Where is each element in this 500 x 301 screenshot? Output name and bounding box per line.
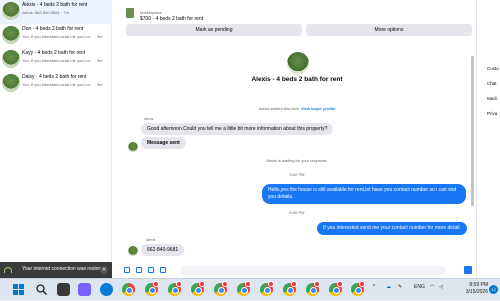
message-bubble-incoming: 662-840-9681 [141, 244, 185, 256]
chrome-profile-icon[interactable] [214, 281, 228, 296]
gif-icon[interactable] [160, 267, 166, 273]
mic-icon[interactable] [124, 267, 130, 273]
timestamp: 6:40 PM [289, 210, 305, 215]
conversation-preview: Alexis: 662-840-9681 · 7m [22, 10, 69, 15]
conversation-name: Daisy · 4 beds 2 bath for rent [22, 74, 87, 80]
message-bubble-outgoing: Hello,yes the house is still available f… [262, 184, 466, 204]
windows-start-icon[interactable] [12, 283, 25, 296]
scrollbar[interactable] [471, 56, 474, 206]
conversation-name: Alexis · 4 beds 2 bath for rent [22, 2, 88, 8]
avatar [128, 246, 138, 256]
listing-thumbnail [126, 8, 134, 18]
image-icon[interactable] [136, 267, 142, 273]
composer [124, 266, 474, 276]
conversation-item[interactable]: Alexis · 4 beds 2 bath for rent Alexis: … [0, 0, 112, 24]
details-panel: Custo Chat Medi Priva [476, 0, 500, 278]
language-indicator[interactable]: ENG [414, 284, 425, 290]
chrome-profile-icon[interactable] [306, 281, 320, 296]
message-bubble-incoming: Good afternoon.Could you tell me a littl… [141, 123, 334, 135]
waiting-status: Alexis is waiting for your response. [266, 158, 328, 163]
conversation-preview: You: If you interested send me your co..… [22, 82, 103, 87]
conversation-name: Kayy · 4 beds 2 bath for rent [22, 50, 86, 56]
time: 8:59 PM [469, 282, 488, 288]
avatar [128, 142, 138, 152]
chrome-profile-icon[interactable] [237, 281, 251, 296]
toast-message: Your internet connection was restored. [22, 266, 108, 272]
chrome-profile-icon[interactable] [351, 281, 365, 296]
listing-thumbnail [2, 74, 20, 92]
listing-title: $700 · 4 beds 2 bath for rent [140, 16, 204, 22]
started-text: Alexis started this chat. [258, 106, 300, 111]
chat-panel: Marketplace $700 · 4 beds 2 bath for ren… [112, 0, 476, 278]
chrome-profile-icon[interactable] [191, 281, 205, 296]
search-icon[interactable] [35, 283, 48, 296]
sender-name: Alexis [146, 238, 156, 242]
chrome-profile-icon[interactable] [145, 281, 159, 296]
volume-icon[interactable]: ◁ [439, 284, 443, 290]
conversation-item[interactable]: Daisy · 4 beds 2 bath for rent You: If y… [0, 72, 112, 96]
close-icon[interactable]: ✕ [100, 266, 108, 274]
chevron-up-icon[interactable]: ^ [373, 284, 375, 290]
conversation-item[interactable]: Kayy · 4 beds 2 bath for rent You: If yo… [0, 48, 112, 72]
chat-started-note: Alexis started this chat. View buyer pro… [222, 106, 372, 111]
listing-thumbnail [2, 50, 20, 68]
message-input[interactable] [180, 266, 446, 275]
date: 3/15/2026 [465, 289, 488, 295]
conversation-name: Don · 4 beds 2 bath for rent [22, 26, 84, 32]
chat-title: Alexis - 4 beds 2 bath for rent [251, 76, 343, 83]
listing-source: Marketplace [140, 10, 162, 15]
task-view-icon[interactable] [57, 283, 70, 296]
view-buyer-profile-link[interactable]: View buyer profile [301, 106, 335, 111]
conversation-item[interactable]: Don · 4 beds 2 bath for rent You: If you… [0, 24, 112, 48]
timestamp: 5:52 PM [289, 172, 305, 177]
mark-as-pending-button[interactable]: Mark as pending [126, 24, 302, 36]
panel-item-media[interactable]: Medi [487, 96, 497, 101]
edge-icon[interactable] [100, 283, 113, 296]
chrome-profile-icon[interactable] [329, 281, 343, 296]
listing-thumbnail [2, 26, 20, 44]
messenger-app: Alexis · 4 beds 2 bath for rent Alexis: … [0, 0, 500, 278]
panel-item-privacy[interactable]: Priva [487, 111, 497, 116]
chrome-profile-icon[interactable] [168, 281, 182, 296]
sticker-icon[interactable] [148, 267, 154, 273]
chrome-profile-icon[interactable] [260, 281, 274, 296]
cloud-icon[interactable]: ☁ [386, 284, 391, 290]
panel-item-chat[interactable]: Chat [487, 81, 497, 86]
pen-icon[interactable]: ✎ [398, 284, 402, 290]
like-icon[interactable] [464, 266, 472, 274]
listing-actions: Mark as pending More options [126, 24, 472, 36]
message-bubble-outgoing: If you interested send me your contact n… [317, 222, 467, 235]
wifi-icon[interactable]: ◠ [430, 284, 434, 290]
conversation-preview: You: If you interested send me your co..… [22, 58, 103, 63]
conversation-list: Alexis · 4 beds 2 bath for rent Alexis: … [0, 0, 112, 278]
message-bubble-incoming: Message sent [141, 137, 186, 149]
teams-icon[interactable] [78, 283, 91, 296]
conversation-preview: You: If you interested send me your co..… [22, 34, 103, 39]
notification-badge[interactable]: 12 [489, 285, 498, 294]
connection-toast: Your internet connection was restored. ✕ [0, 262, 112, 278]
taskbar: ^ ☁ ✎ ENG ◠ ◁ 8:59 PM 3/15/2026 12 [0, 278, 500, 300]
avatar [287, 52, 309, 74]
more-options-button[interactable]: More options [306, 24, 472, 36]
chrome-profile-icon[interactable] [283, 281, 297, 296]
listing-thumbnail [2, 2, 20, 20]
chrome-icon[interactable] [122, 283, 135, 296]
panel-item-customize[interactable]: Custo [487, 66, 499, 71]
sender-name: Alexis [144, 117, 154, 121]
clock[interactable]: 8:59 PM 3/15/2026 [448, 282, 488, 296]
wifi-icon [4, 267, 12, 273]
